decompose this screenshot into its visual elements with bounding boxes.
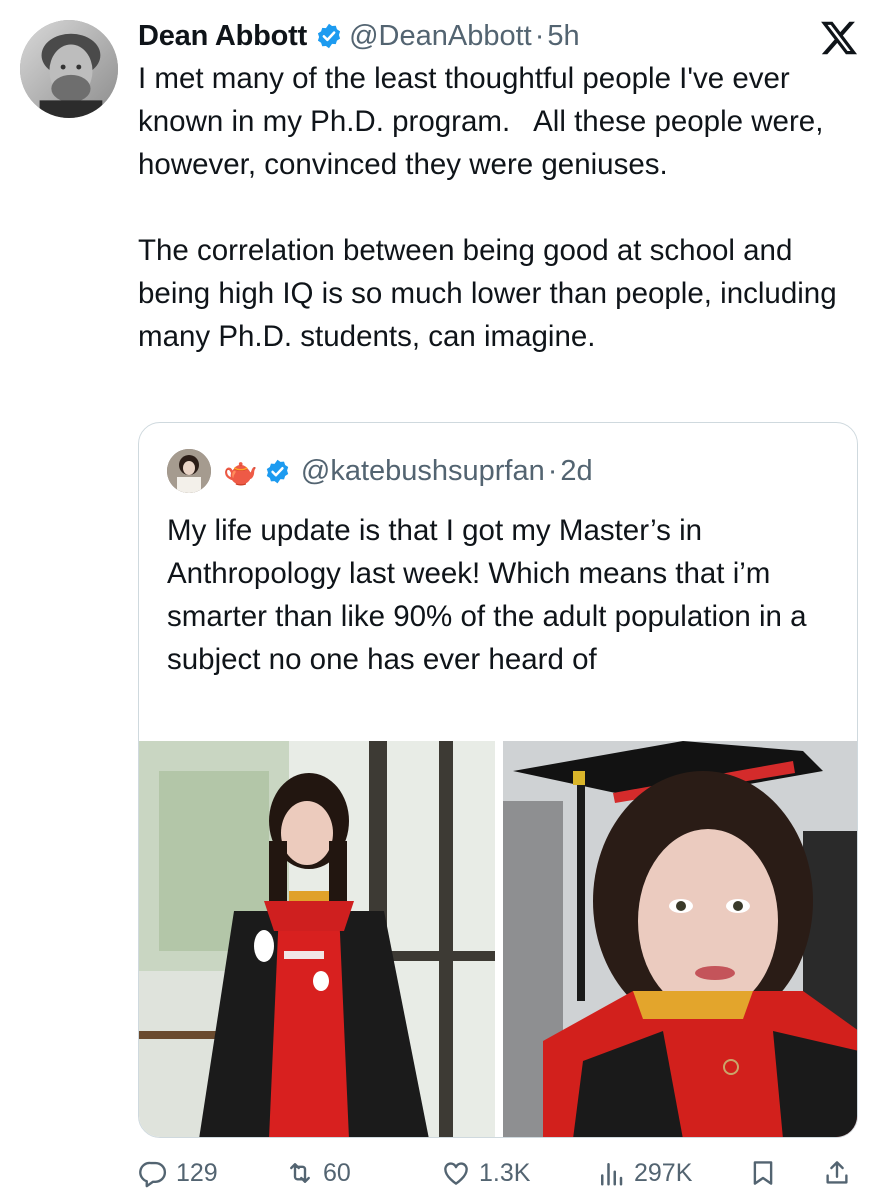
like-count: 1.3K bbox=[479, 1158, 531, 1187]
tweet-header: Dean Abbott @DeanAbbott · 5h bbox=[138, 14, 580, 58]
view-count: 297K bbox=[634, 1158, 693, 1187]
quoted-tweet-timestamp[interactable]: 2d bbox=[560, 455, 592, 488]
reply-count: 129 bbox=[176, 1158, 218, 1187]
quoted-author-avatar[interactable] bbox=[167, 449, 211, 493]
author-display-name[interactable]: Dean Abbott bbox=[138, 20, 307, 53]
quoted-tweet-media bbox=[139, 741, 857, 1137]
tweet-timestamp[interactable]: 5h bbox=[547, 20, 579, 53]
author-handle[interactable]: @DeanAbbott bbox=[349, 20, 532, 53]
like-button[interactable]: 1.3K bbox=[441, 1158, 530, 1188]
quoted-tweet-header: 🫖 @katebushsuprfan · 2d bbox=[167, 449, 593, 493]
quoted-author-display-name[interactable]: 🫖 bbox=[223, 455, 258, 488]
x-logo-icon bbox=[819, 18, 859, 58]
analytics-icon bbox=[601, 1163, 623, 1186]
media-photo-1[interactable] bbox=[139, 741, 495, 1137]
quoted-author-handle[interactable]: @katebushsuprfan bbox=[301, 455, 545, 488]
reply-icon bbox=[139, 1161, 167, 1188]
graduation-photo-full-length-icon bbox=[139, 741, 495, 1137]
tweet-body-text: I met many of the least thoughtful peopl… bbox=[138, 62, 837, 353]
share-button[interactable] bbox=[822, 1158, 852, 1188]
media-photo-2[interactable] bbox=[503, 741, 857, 1137]
graduation-selfie-icon bbox=[503, 741, 857, 1137]
verified-badge-icon bbox=[264, 458, 291, 485]
verified-badge-icon bbox=[315, 22, 343, 50]
retweet-button[interactable]: 60 bbox=[285, 1158, 351, 1188]
heart-icon bbox=[444, 1162, 468, 1185]
retweet-icon bbox=[290, 1163, 310, 1183]
retweet-count: 60 bbox=[323, 1158, 351, 1187]
tweet-screenshot: Dean Abbott @DeanAbbott · 5h I met many … bbox=[0, 0, 879, 1200]
quoted-tweet-card[interactable]: 🫖 @katebushsuprfan · 2d My life update i… bbox=[138, 422, 858, 1138]
share-icon bbox=[826, 1161, 848, 1184]
separator-dot: · bbox=[547, 454, 558, 487]
reply-button[interactable]: 129 bbox=[138, 1158, 218, 1188]
quoted-tweet-body-text: My life update is that I got my Master’s… bbox=[167, 514, 815, 676]
separator-dot: · bbox=[534, 19, 545, 52]
bookmark-icon bbox=[753, 1161, 773, 1185]
avatar-photo bbox=[20, 20, 118, 118]
tweet-action-bar: 129 60 1.3K 297K bbox=[138, 1150, 858, 1196]
views-button[interactable]: 297K bbox=[596, 1158, 692, 1188]
bookmark-button[interactable] bbox=[748, 1158, 778, 1188]
author-avatar[interactable] bbox=[20, 20, 118, 118]
